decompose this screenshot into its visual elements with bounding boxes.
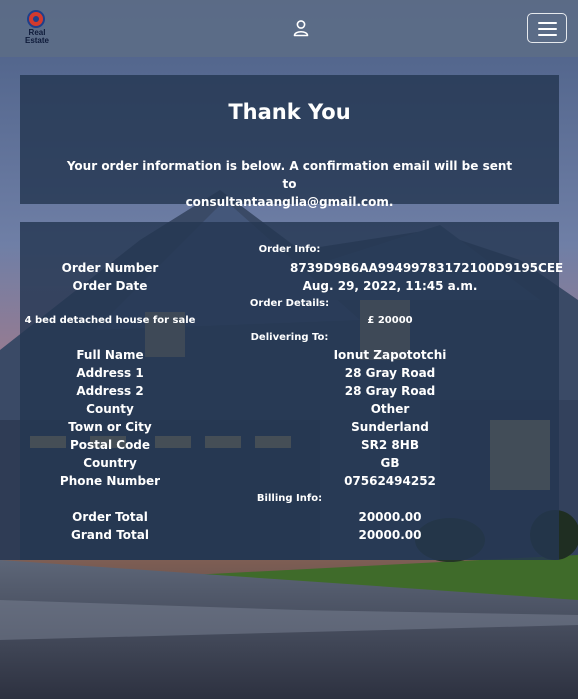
billing-info-heading: Billing Info: xyxy=(256,493,323,504)
order-total-row: Order Total 20000.00 xyxy=(20,508,559,526)
delivery-value: 07562494252 xyxy=(344,474,436,488)
delivery-value: Ionut Zapototchi xyxy=(333,348,447,362)
hamburger-bar xyxy=(538,28,557,30)
thank-you-panel: Thank You Your order information is belo… xyxy=(20,75,559,209)
order-details-heading: Order Details: xyxy=(249,298,330,309)
logo-mark-icon xyxy=(27,10,45,28)
delivery-value: 28 Gray Road xyxy=(344,366,436,380)
delivery-label: Postal Code xyxy=(69,438,151,452)
delivery-row: Address 2 28 Gray Road xyxy=(20,382,559,400)
logo-text: Real Estate xyxy=(16,29,58,45)
logo-text-line2: Estate xyxy=(24,36,49,45)
delivery-row: Postal Code SR2 8HB xyxy=(20,436,559,454)
delivering-to-heading: Delivering To: xyxy=(250,332,329,343)
confirmation-email: consultantaanglia@gmail.com. xyxy=(185,195,394,209)
delivery-row: Town or City Sunderland xyxy=(20,418,559,436)
delivery-row: County Other xyxy=(20,400,559,418)
hamburger-menu-button[interactable] xyxy=(527,13,567,43)
delivery-label: Phone Number xyxy=(59,474,161,488)
order-total-value: 20000.00 xyxy=(358,510,422,524)
confirmation-message-text: Your order information is below. A confi… xyxy=(66,159,513,191)
grand-total-value: 20000.00 xyxy=(358,528,422,542)
grand-total-row: Grand Total 20000.00 xyxy=(20,526,559,544)
delivery-label: Address 1 xyxy=(76,366,144,380)
hamburger-bar xyxy=(538,34,557,36)
delivery-row: Phone Number 07562494252 xyxy=(20,472,559,490)
order-number-row: Order Number 8739D9B6AA99499783172100D91… xyxy=(20,259,564,277)
user-icon[interactable] xyxy=(292,19,310,37)
hamburger-menu-icon xyxy=(538,22,557,24)
delivery-label: County xyxy=(86,402,134,416)
page-title: Thank You xyxy=(228,100,351,124)
order-item-row: 4 bed detached house for sale £ 20000 xyxy=(20,312,559,330)
top-navbar: Real Estate xyxy=(0,0,578,57)
order-date-label: Order Date xyxy=(72,279,148,293)
delivery-value: 28 Gray Road xyxy=(344,384,436,398)
order-number-label: Order Number xyxy=(61,261,159,275)
delivery-row: Country GB xyxy=(20,454,559,472)
delivery-row: Full Name Ionut Zapototchi xyxy=(20,346,559,364)
order-item-price: £ 20000 xyxy=(367,315,413,326)
delivery-value: Sunderland xyxy=(351,420,429,434)
order-info-heading: Order Info: xyxy=(258,244,321,255)
delivery-row: Address 1 28 Gray Road xyxy=(20,364,559,382)
order-summary-panel: Order Info: Order Number 8739D9B6AA99499… xyxy=(20,222,564,560)
order-date-value: Aug. 29, 2022, 11:45 a.m. xyxy=(302,279,478,293)
order-total-label: Order Total xyxy=(72,510,148,524)
order-number-value: 8739D9B6AA99499783172100D9195CEE xyxy=(290,261,564,275)
order-item-name: 4 bed detached house for sale xyxy=(24,315,196,326)
delivery-label: Full Name xyxy=(76,348,144,362)
confirmation-message: Your order information is below. A confi… xyxy=(60,157,519,211)
delivery-value: GB xyxy=(380,456,400,470)
grand-total-label: Grand Total xyxy=(71,528,149,542)
delivery-label: Town or City xyxy=(68,420,152,434)
delivery-value: Other xyxy=(370,402,410,416)
delivery-label: Address 2 xyxy=(76,384,144,398)
order-date-row: Order Date Aug. 29, 2022, 11:45 a.m. xyxy=(20,277,559,295)
brand-logo[interactable]: Real Estate xyxy=(16,8,58,48)
delivery-label: Country xyxy=(83,456,137,470)
delivery-value: SR2 8HB xyxy=(361,438,419,452)
